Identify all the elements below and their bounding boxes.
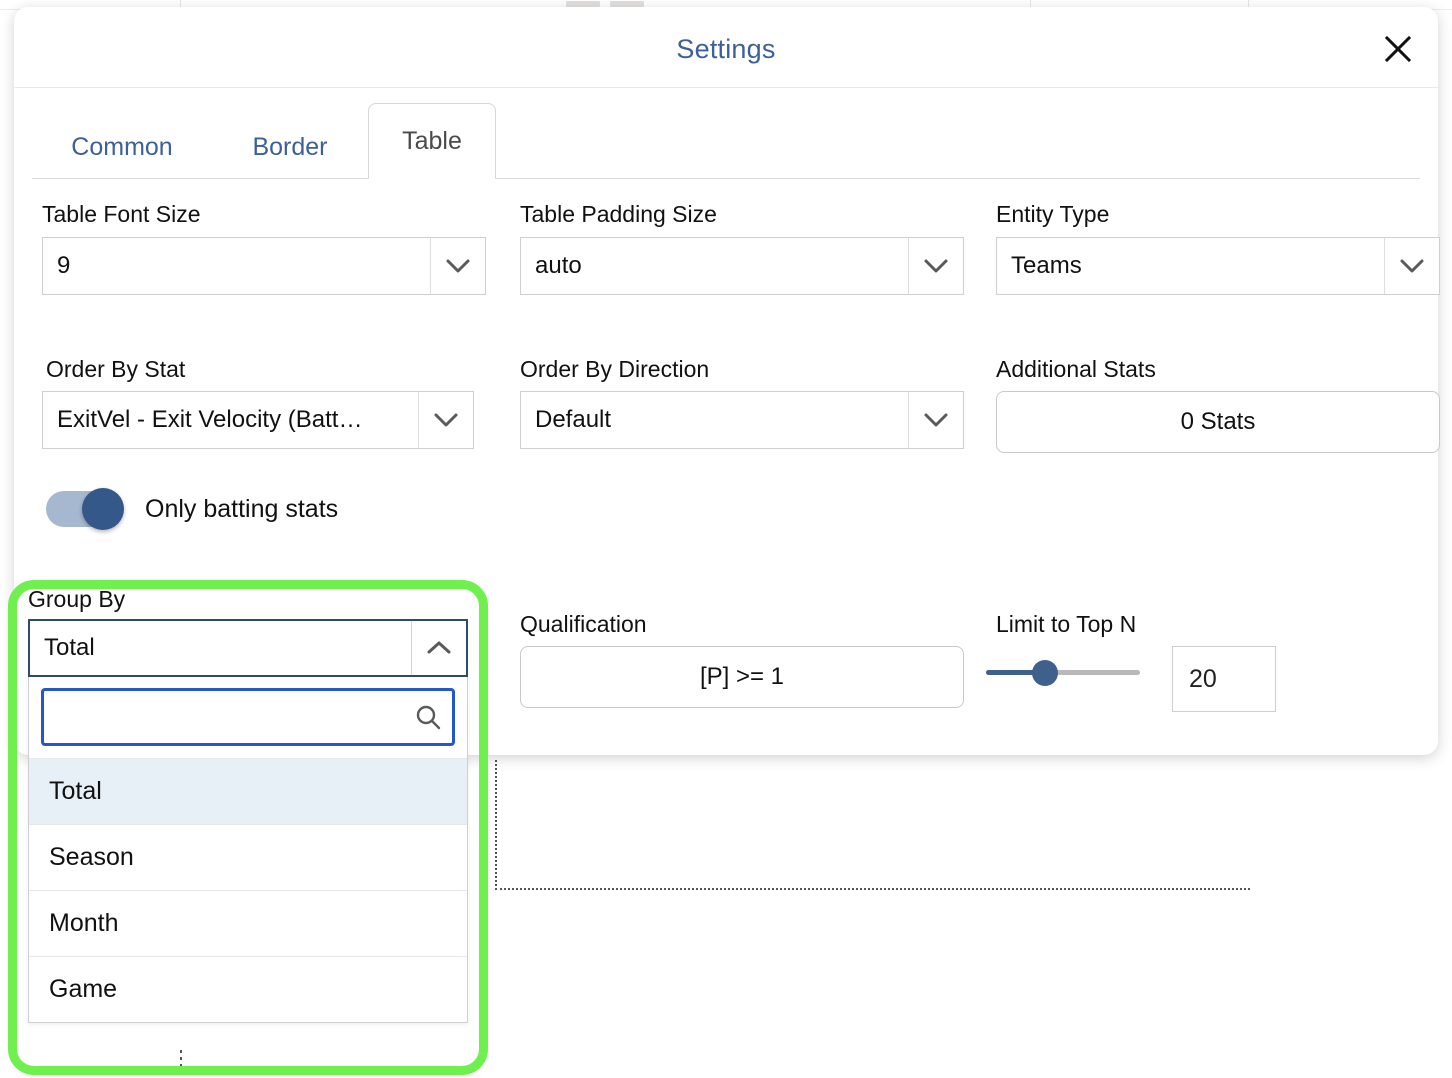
label-table-font-size: Table Font Size: [42, 201, 201, 228]
additional-stats-button[interactable]: 0 Stats: [996, 391, 1440, 453]
toggle-knob: [82, 488, 124, 530]
table-padding-size-select[interactable]: auto: [520, 237, 964, 295]
only-batting-stats-label: Only batting stats: [145, 495, 338, 524]
modal-header: Settings: [14, 7, 1438, 88]
additional-stats-value: 0 Stats: [1181, 408, 1256, 436]
limit-to-top-n-input[interactable]: 20: [1172, 646, 1276, 712]
tab-table-label: Table: [402, 127, 462, 156]
group-by-combobox: Group By Total Total Season: [14, 586, 482, 1023]
search-icon: [404, 702, 452, 732]
group-by-option-month[interactable]: Month: [29, 890, 467, 956]
close-icon: [1383, 34, 1413, 64]
option-label: Game: [49, 975, 117, 1004]
option-label: Total: [49, 777, 102, 806]
group-by-dropdown-menu: Total Season Month Game: [28, 677, 468, 1023]
option-label: Season: [49, 843, 134, 872]
group-by-option-total[interactable]: Total: [29, 758, 467, 824]
group-by-option-season[interactable]: Season: [29, 824, 467, 890]
group-by-option-game[interactable]: Game: [29, 956, 467, 1022]
chevron-down-icon: [1384, 238, 1439, 294]
group-by-value: Total: [30, 621, 411, 675]
label-order-by-stat: Order By Stat: [46, 356, 185, 383]
entity-type-value: Teams: [997, 238, 1384, 294]
search-input[interactable]: [44, 704, 404, 731]
only-batting-stats-toggle[interactable]: [46, 491, 120, 527]
chevron-up-icon: [411, 621, 466, 675]
label-additional-stats: Additional Stats: [996, 356, 1156, 383]
table-font-size-value: 9: [43, 238, 430, 294]
table-padding-size-value: auto: [521, 238, 908, 294]
tab-table[interactable]: Table: [368, 103, 496, 179]
label-group-by: Group By: [28, 586, 482, 613]
label-qualification: Qualification: [520, 611, 647, 638]
label-limit-to-top-n: Limit to Top N: [996, 611, 1136, 638]
only-batting-stats-row: Only batting stats: [46, 491, 338, 527]
tab-border[interactable]: Border: [220, 116, 360, 178]
chevron-down-icon: [430, 238, 485, 294]
order-by-direction-value: Default: [521, 392, 908, 448]
order-by-stat-value: ExitVel - Exit Velocity (Batt…: [43, 392, 418, 448]
label-table-padding-size: Table Padding Size: [520, 201, 717, 228]
slider-thumb[interactable]: [1032, 660, 1058, 686]
qualification-button[interactable]: [P] >= 1: [520, 646, 964, 708]
group-by-search-wrap: [29, 677, 467, 758]
tab-bar: Common Border Table: [14, 89, 1438, 179]
option-label: Month: [49, 909, 118, 938]
entity-type-select[interactable]: Teams: [996, 237, 1440, 295]
tab-common[interactable]: Common: [42, 116, 202, 178]
group-by-search-box[interactable]: [41, 688, 455, 746]
tab-common-label: Common: [71, 133, 172, 162]
chevron-down-icon: [908, 238, 963, 294]
close-button[interactable]: [1378, 29, 1418, 69]
qualification-value: [P] >= 1: [700, 663, 784, 691]
group-by-select[interactable]: Total: [28, 619, 468, 677]
label-entity-type: Entity Type: [996, 201, 1109, 228]
order-by-direction-select[interactable]: Default: [520, 391, 964, 449]
background-dotted-tick: [180, 1050, 182, 1078]
limit-to-top-n-value: 20: [1189, 665, 1217, 694]
page-title: Settings: [14, 34, 1438, 65]
background-dotted-frame: [495, 760, 1250, 890]
table-font-size-select[interactable]: 9: [42, 237, 486, 295]
tab-border-label: Border: [252, 133, 327, 162]
chevron-down-icon: [908, 392, 963, 448]
chevron-down-icon: [418, 392, 473, 448]
label-order-by-direction: Order By Direction: [520, 356, 709, 383]
order-by-stat-select[interactable]: ExitVel - Exit Velocity (Batt…: [42, 391, 474, 449]
